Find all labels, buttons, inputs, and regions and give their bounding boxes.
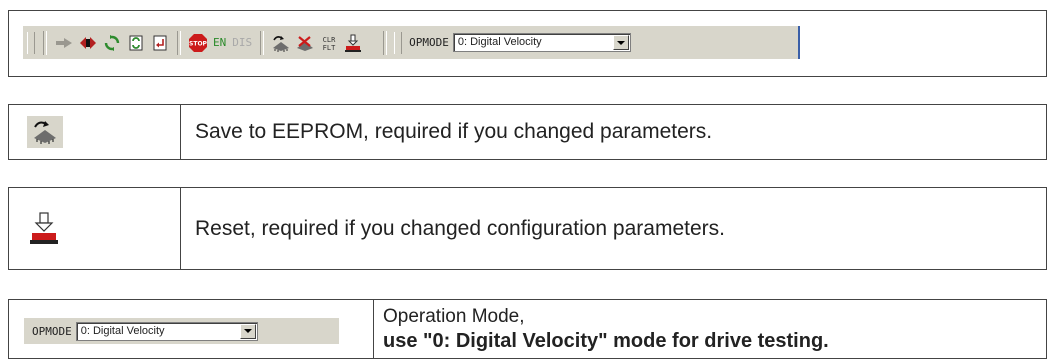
opmode-select[interactable]: 0: Digital Velocity: [452, 33, 631, 52]
toolbar-grip[interactable]: [27, 31, 35, 54]
connect-icon[interactable]: [53, 32, 75, 54]
refresh-icon[interactable]: [101, 32, 123, 54]
opmode-select[interactable]: 0: Digital Velocity: [75, 321, 258, 341]
stop-icon[interactable]: STOP: [187, 32, 209, 54]
save-eeprom-row: Save to EEPROM, required if you changed …: [8, 104, 1047, 160]
reset-icon-cell: [9, 188, 181, 269]
toolbar-grip[interactable]: [394, 31, 403, 54]
opmode-row-control-cell: OPMODE 0: Digital Velocity: [9, 300, 374, 358]
main-toolbar: STOP EN DIS CLR FLT OPMODE 0: Digital Vel…: [23, 26, 800, 59]
opmode-description: Operation Mode, use "0: Digital Velocity…: [383, 300, 829, 353]
enable-button[interactable]: EN: [213, 36, 226, 49]
opmode-label: OPMODE: [409, 36, 449, 49]
opmode-label: OPMODE: [32, 324, 72, 338]
reset-icon: [27, 209, 61, 249]
svg-text:FLT: FLT: [323, 44, 336, 52]
clear-fault-icon[interactable]: CLR FLT: [318, 32, 340, 54]
disconnect-icon[interactable]: [77, 32, 99, 54]
opmode-description-note: use "0: Digital Velocity" mode for drive…: [383, 330, 829, 352]
opmode-select-value: 0: Digital Velocity: [80, 324, 165, 337]
download-icon[interactable]: [149, 32, 171, 54]
save-eeprom-description: Save to EEPROM, required if you changed …: [195, 120, 713, 143]
save-eeprom-icon: [27, 116, 63, 148]
opmode-mini-toolbar: OPMODE 0: Digital Velocity: [24, 318, 339, 344]
toolbar-separator: [177, 30, 181, 55]
compare-icon[interactable]: [125, 32, 147, 54]
clear-eeprom-icon[interactable]: [294, 32, 316, 54]
chevron-down-icon[interactable]: [612, 35, 629, 50]
opmode-select-value: 0: Digital Velocity: [457, 36, 542, 48]
save-eeprom-icon[interactable]: [270, 32, 292, 54]
toolbar-separator: [43, 30, 47, 55]
toolbar-panel: STOP EN DIS CLR FLT OPMODE 0: Digital Vel…: [8, 10, 1047, 77]
chevron-down-icon[interactable]: [239, 323, 256, 339]
disable-button[interactable]: DIS: [232, 36, 252, 49]
svg-text:CLR: CLR: [323, 36, 336, 44]
opmode-description-title: Operation Mode,: [383, 306, 525, 327]
toolbar-separator: [260, 30, 265, 55]
toolbar-separator: [383, 30, 388, 55]
reset-row: Reset, required if you changed configura…: [8, 187, 1047, 270]
svg-text:STOP: STOP: [189, 40, 208, 47]
reset-description: Reset, required if you changed configura…: [195, 216, 725, 240]
save-eeprom-icon-cell: [9, 105, 181, 159]
opmode-row: OPMODE 0: Digital Velocity Operation Mod…: [8, 299, 1047, 359]
reset-icon[interactable]: [342, 32, 364, 54]
